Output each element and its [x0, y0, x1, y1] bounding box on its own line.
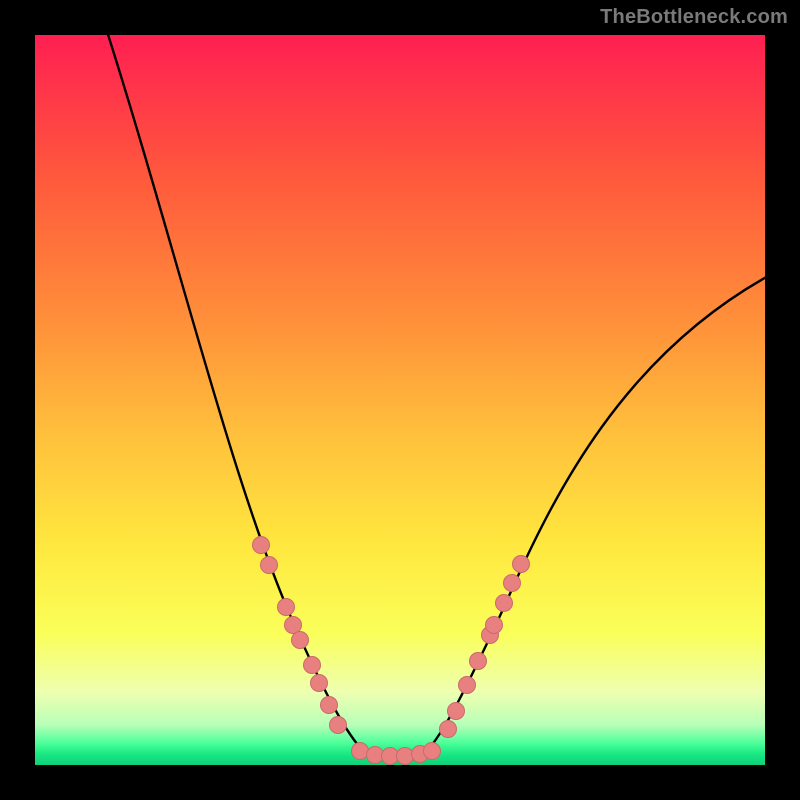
- data-marker: [448, 703, 465, 720]
- data-marker: [253, 537, 270, 554]
- data-marker: [382, 748, 399, 765]
- data-marker: [304, 657, 321, 674]
- data-marker: [352, 743, 369, 760]
- data-marker: [278, 599, 295, 616]
- data-marker: [504, 575, 521, 592]
- gradient-background: [35, 35, 765, 765]
- data-marker: [459, 677, 476, 694]
- data-marker: [470, 653, 487, 670]
- data-marker: [330, 717, 347, 734]
- data-marker: [285, 617, 302, 634]
- data-marker: [261, 557, 278, 574]
- data-marker: [440, 721, 457, 738]
- data-marker: [292, 632, 309, 649]
- data-marker: [367, 747, 384, 764]
- data-marker: [311, 675, 328, 692]
- data-marker: [513, 556, 530, 573]
- chart-svg: [35, 35, 765, 765]
- data-marker: [397, 748, 414, 765]
- plot-area: [35, 35, 765, 765]
- data-marker: [321, 697, 338, 714]
- data-marker: [486, 617, 503, 634]
- chart-frame: TheBottleneck.com: [0, 0, 800, 800]
- data-marker: [424, 743, 441, 760]
- data-marker: [496, 595, 513, 612]
- watermark-text: TheBottleneck.com: [600, 6, 788, 29]
